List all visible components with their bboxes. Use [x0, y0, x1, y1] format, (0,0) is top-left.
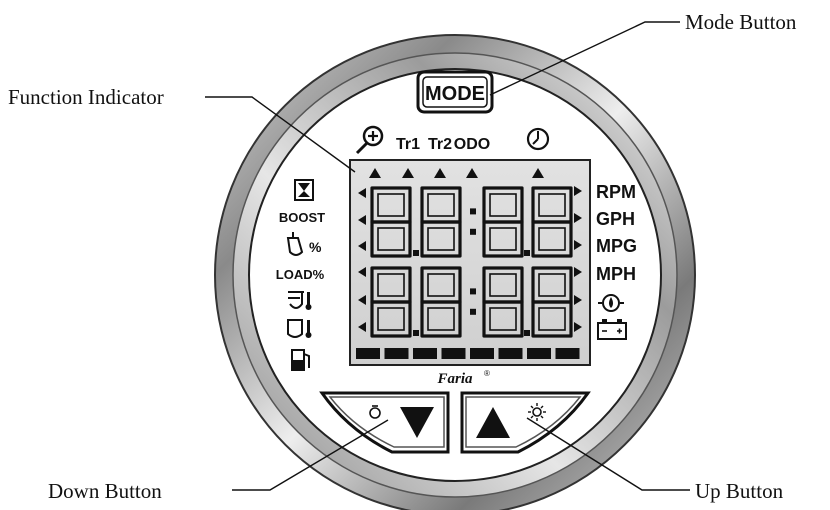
mph-label: MPH [596, 264, 636, 284]
bar-graph-segment [384, 348, 409, 359]
mode-button-callout: Mode Button [685, 10, 797, 34]
hourglass-icon [294, 179, 314, 201]
decimal-point [524, 250, 530, 256]
function-indicator-callout: Function Indicator [8, 85, 164, 109]
bar-graph-segment [441, 348, 466, 359]
colon-dot [470, 208, 476, 215]
brand-logo: Faria [436, 371, 473, 387]
decimal-point [413, 330, 419, 336]
trip2-label: Tr2 [428, 136, 452, 153]
gph-label: GPH [596, 209, 635, 229]
colon-dot [470, 228, 476, 235]
gauge-diagram: MODE Tr1 Tr2 ODO BOOST % LOAD% RPM GPH M… [8, 10, 797, 510]
bar-graph-segment [470, 348, 494, 359]
down-button-callout: Down Button [48, 479, 162, 503]
decimal-point [413, 250, 419, 256]
bar-graph-segment [356, 348, 380, 359]
decimal-point [524, 330, 530, 336]
rpm-label: RPM [596, 182, 636, 202]
colon-dot [470, 288, 476, 295]
mode-button-label: MODE [425, 83, 485, 105]
bar-graph-segment [555, 348, 580, 359]
trip1-label: Tr1 [396, 136, 420, 153]
registered-mark: ® [484, 369, 490, 378]
lcd-display [349, 159, 591, 366]
percent-label: % [309, 239, 322, 255]
odometer-label: ODO [454, 136, 490, 153]
mode-button[interactable]: MODE [416, 70, 494, 114]
up-button-callout: Up Button [695, 479, 784, 503]
colon-dot [470, 308, 476, 315]
bar-graph-segment [498, 348, 523, 359]
bar-graph-segment [527, 348, 551, 359]
boost-label: BOOST [279, 210, 325, 225]
bar-graph-segment [413, 348, 437, 359]
mpg-label: MPG [596, 236, 637, 256]
load-percent-label: LOAD% [276, 267, 325, 282]
